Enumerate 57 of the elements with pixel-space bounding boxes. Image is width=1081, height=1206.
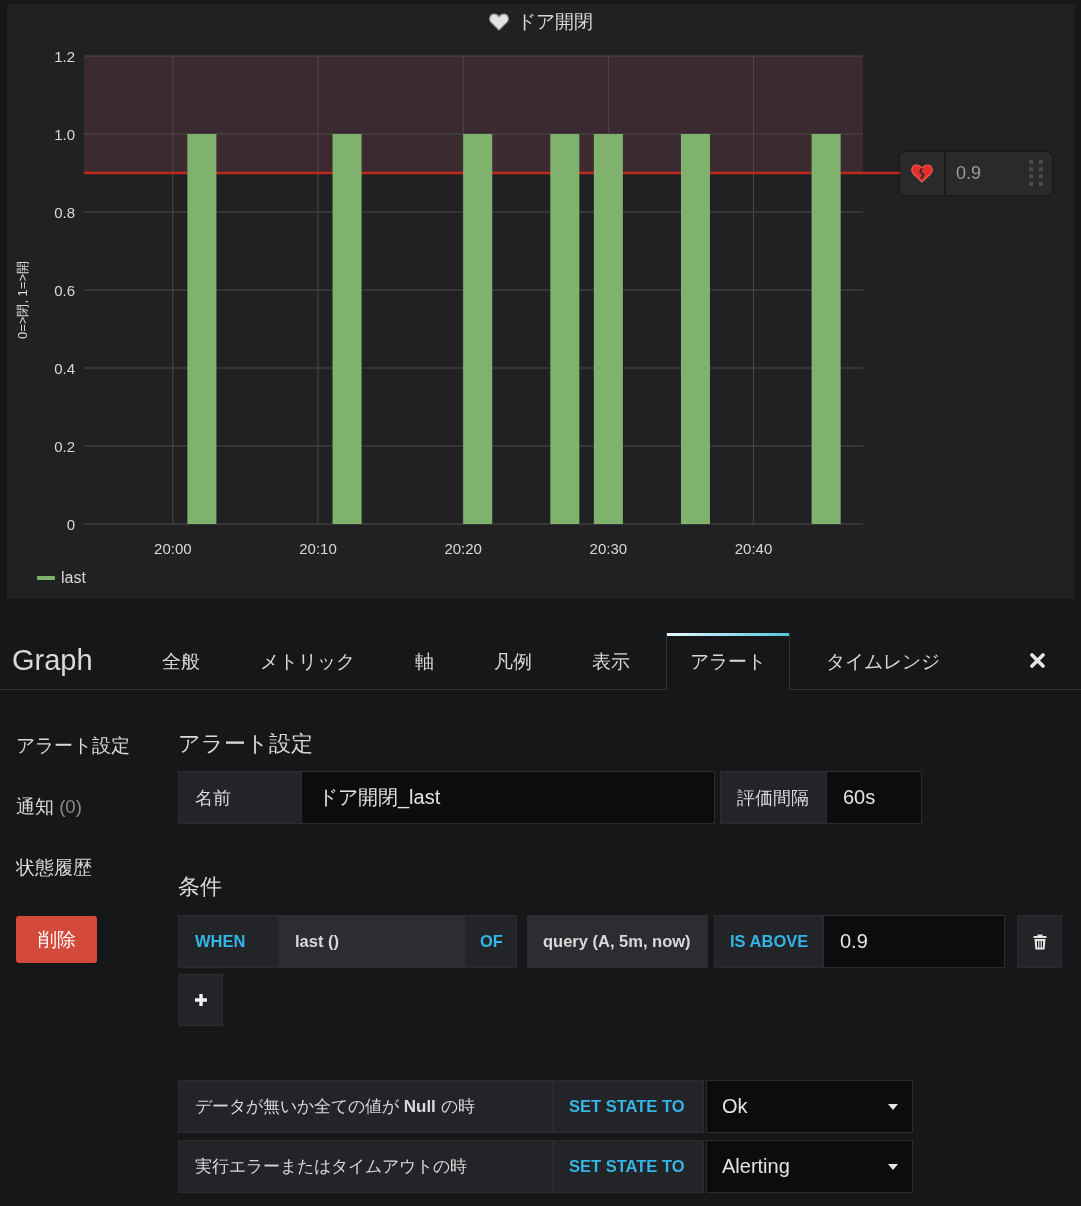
condition-keyword: OF — [464, 915, 517, 968]
condition-keyword: WHEN — [178, 915, 279, 968]
tab[interactable]: 全般 — [138, 633, 224, 690]
rule-keyword: SET STATE TO — [553, 1080, 704, 1133]
chart-title: ドア開閉 — [517, 10, 593, 34]
broken-heart-icon — [911, 163, 933, 183]
section-heading: 条件 — [178, 873, 222, 901]
trash-icon — [1032, 933, 1047, 950]
tab[interactable]: 軸 — [391, 633, 458, 690]
field-label: 名前 — [178, 771, 301, 824]
legend-label[interactable]: last — [61, 568, 86, 588]
state-select[interactable]: Alerting — [706, 1140, 913, 1193]
tab[interactable]: 凡例 — [470, 633, 556, 690]
nav-item[interactable]: 通知 (0) — [16, 792, 82, 822]
tab[interactable]: タイムレンジ — [802, 633, 964, 690]
y-tick-label: 1.0 — [54, 125, 75, 143]
close-icon[interactable] — [1030, 653, 1045, 668]
x-tick-label: 20:10 — [299, 539, 337, 557]
field-label: 評価間隔 — [720, 771, 826, 824]
x-tick-label: 20:40 — [734, 539, 773, 557]
y-tick-label: 0.6 — [54, 281, 75, 299]
threshold-handle[interactable]: 0.9 — [900, 151, 1052, 195]
rule-label: データが無いか全ての値が Null の時 — [178, 1080, 553, 1133]
y-axis-title: 0=>閉, 1=>開 — [14, 260, 30, 340]
query-selector[interactable]: query (A, 5m, now) — [527, 915, 708, 968]
add-condition-button[interactable] — [178, 974, 223, 1026]
caret-icon — [888, 1163, 898, 1170]
section-heading: アラート設定 — [178, 730, 313, 758]
x-tick-label: 20:00 — [154, 539, 192, 557]
tab[interactable]: メトリック — [236, 633, 379, 690]
text-input[interactable]: ドア開閉_last — [301, 771, 715, 824]
tab[interactable]: 表示 — [568, 633, 654, 690]
text-input[interactable]: 60s — [826, 771, 922, 824]
state-select[interactable]: Ok — [706, 1080, 913, 1133]
rule-label: 実行エラーまたはタイムアウトの時 — [178, 1140, 553, 1193]
delete-button[interactable]: 削除 — [16, 916, 97, 963]
tab[interactable]: アラート — [666, 633, 790, 690]
x-tick-label: 20:30 — [589, 539, 628, 557]
nav-item[interactable]: 状態履歴 — [16, 853, 92, 883]
y-tick-label: 0.4 — [54, 359, 75, 377]
threshold-value: 0.9 — [956, 162, 982, 184]
evaluator-selector[interactable]: IS ABOVE — [714, 915, 823, 968]
delete-condition-button[interactable] — [1017, 915, 1062, 968]
reducer-selector[interactable]: last () — [279, 915, 464, 968]
y-tick-label: 0.2 — [54, 437, 75, 455]
panel-type-title: Graph — [12, 643, 94, 678]
heart-icon — [489, 13, 509, 31]
nav-item[interactable]: アラート設定 — [16, 731, 130, 761]
rule-keyword: SET STATE TO — [553, 1140, 704, 1193]
y-tick-label: 0.8 — [54, 203, 75, 221]
y-tick-label: 0 — [66, 515, 75, 533]
caret-icon — [888, 1103, 898, 1110]
threshold-input[interactable]: 0.9 — [823, 915, 1005, 968]
drag-grip-icon — [1029, 160, 1043, 186]
x-tick-label: 20:20 — [444, 539, 482, 557]
y-tick-label: 1.2 — [54, 47, 75, 65]
plus-icon — [193, 993, 208, 1007]
